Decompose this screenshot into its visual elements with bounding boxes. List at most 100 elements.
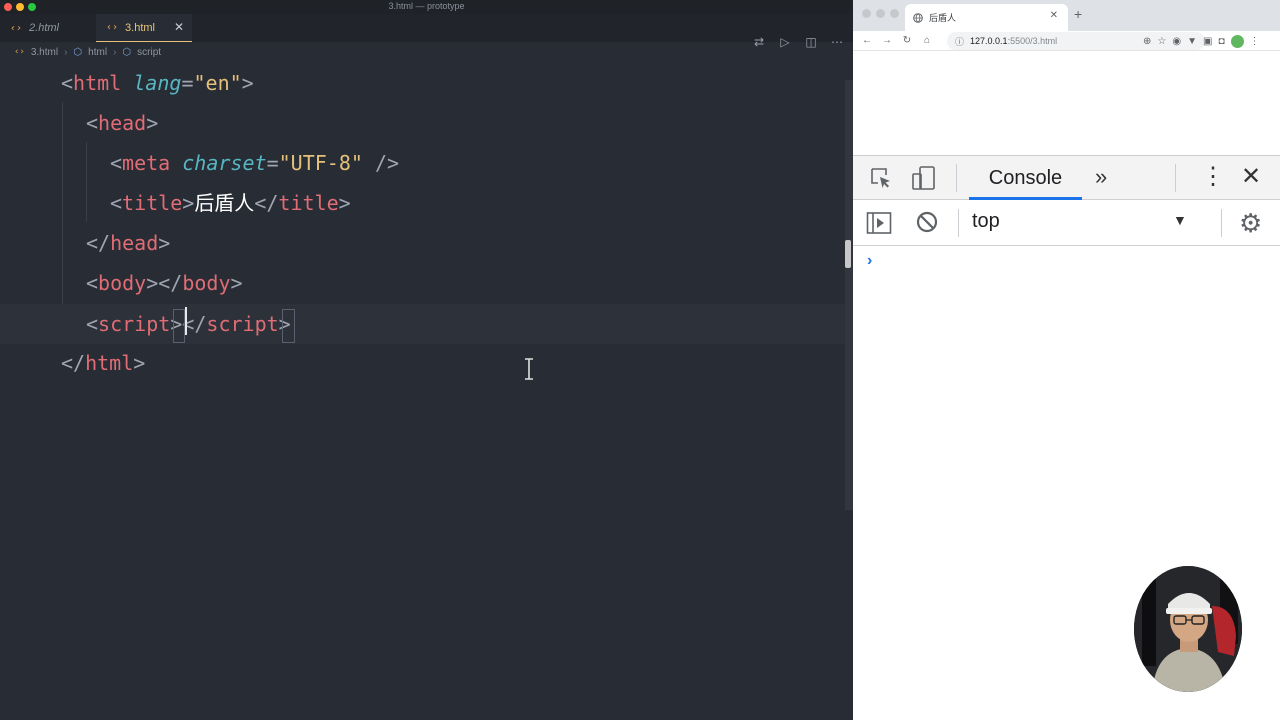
toolbar-divider — [956, 164, 957, 192]
code-line-4: <title>后盾人</title> — [0, 183, 845, 223]
window-titlebar: 3.html — prototype — [0, 0, 853, 14]
tag-bracket: > — [182, 191, 195, 215]
browser-tab-strip: 后盾人 ✕ + — [853, 0, 1280, 31]
devtools-toolbar: Console » ⋮ ✕ — [853, 156, 1280, 200]
clear-console-icon[interactable] — [915, 210, 939, 234]
tag-name: html — [73, 71, 122, 95]
tag-bracket: < — [86, 312, 99, 336]
tag-bracket: < — [86, 111, 99, 135]
extension-icon[interactable]: ▼ — [1187, 36, 1197, 47]
ibeam-cursor-icon — [525, 358, 533, 380]
info-icon[interactable]: ⓘ — [955, 35, 964, 48]
tag-bracket: < — [110, 151, 123, 175]
star-icon[interactable]: ☆ — [1157, 36, 1166, 47]
close-icon[interactable]: ✕ — [1241, 162, 1261, 191]
code-area[interactable]: <html lang="en"> <head> <meta charset="U… — [0, 62, 853, 720]
tab-2-html[interactable]: ‹› 2.html — [10, 14, 59, 42]
browser-tab[interactable]: 后盾人 ✕ — [905, 4, 1068, 31]
attribute-name: lang — [133, 71, 182, 95]
text-cursor — [185, 307, 187, 335]
home-icon[interactable]: ⌂ — [917, 35, 937, 46]
console-toolbar: top ▼ ⚙ — [853, 200, 1280, 246]
page-viewport[interactable] — [853, 52, 1280, 155]
breadcrumb-separator: › — [113, 46, 117, 58]
more-vert-icon[interactable]: ⋮ — [1250, 36, 1260, 47]
tag-name: title — [122, 191, 183, 215]
plus-icon[interactable]: + — [1074, 6, 1082, 22]
html-file-icon: ‹› — [10, 22, 23, 34]
code-line-6: <body></body> — [0, 263, 845, 303]
globe-icon — [913, 12, 923, 23]
bracket-match-highlight — [282, 309, 295, 343]
reload-icon[interactable]: ↻ — [897, 35, 917, 46]
tag-name: title — [278, 191, 339, 215]
back-icon[interactable]: ← — [857, 35, 877, 46]
code-line-2: <head> — [0, 103, 845, 143]
html-file-icon: ‹› — [106, 22, 119, 33]
device-toolbar-icon[interactable] — [911, 165, 937, 191]
tab-3-html[interactable]: ‹› 3.html ✕ — [96, 14, 192, 42]
close-icon[interactable]: ✕ — [1050, 10, 1058, 21]
code-line-5: </head> — [0, 223, 845, 263]
zoom-icon[interactable]: ⊕ — [1143, 36, 1151, 47]
tag-name: script — [98, 312, 171, 336]
console-prompt[interactable]: › — [867, 252, 872, 270]
url-host: 127.0.0.1 — [970, 36, 1008, 46]
breadcrumb-separator: › — [64, 46, 68, 58]
attribute-value: "UTF-8" — [278, 151, 363, 175]
extension-icon[interactable]: ▣ — [1203, 36, 1212, 47]
tag-name: meta — [122, 151, 171, 175]
tab-label: 2.html — [29, 22, 60, 34]
bracket-match-highlight — [173, 309, 185, 343]
minimize-window-button[interactable] — [876, 9, 885, 18]
more-vert-icon[interactable]: ⋮ — [1201, 162, 1225, 191]
toolbar-divider — [1175, 164, 1176, 192]
element-icon: ⬡ — [73, 46, 83, 58]
attribute-name: charset — [182, 151, 267, 175]
close-window-button[interactable] — [862, 9, 871, 18]
tab-console[interactable]: Console — [969, 156, 1082, 200]
tag-bracket: < — [110, 191, 123, 215]
element-icon: ⬡ — [122, 46, 132, 58]
breadcrumb: ‹› 3.html › ⬡ html › ⬡ script — [0, 42, 853, 62]
extension-icon[interactable]: ◘ — [1218, 36, 1224, 47]
tag-bracket: /> — [362, 151, 400, 175]
forward-icon[interactable]: → — [877, 35, 897, 46]
code-editor: 3.html — prototype ‹› 2.html ‹› 3.html ✕… — [0, 0, 853, 720]
extensions-row: ⊕ ☆ ◉ ▼ ▣ ◘ ⋮ — [1143, 31, 1260, 51]
breadcrumb-node-script[interactable]: script — [137, 47, 161, 58]
tag-bracket: > — [133, 351, 146, 375]
chevron-down-icon[interactable]: ▼ — [1173, 212, 1187, 228]
webcam-overlay — [1134, 566, 1242, 692]
tag-name: head — [110, 231, 159, 255]
tab-label: 3.html — [125, 21, 156, 34]
editor-tab-bar: ‹› 2.html ‹› 3.html ✕ ⇄ ▷ ◫ ⋯ — [0, 14, 853, 49]
extension-icon[interactable]: ◉ — [1172, 36, 1181, 47]
chevron-double-right-icon[interactable]: » — [1095, 164, 1107, 190]
tag-bracket: < — [61, 71, 74, 95]
editor-scrollbar[interactable] — [845, 80, 853, 510]
title-text: 后盾人 — [194, 191, 255, 215]
zoom-window-button[interactable] — [890, 9, 899, 18]
tag-bracket: </ — [254, 191, 279, 215]
close-icon[interactable]: ✕ — [174, 20, 184, 34]
avatar[interactable] — [1230, 34, 1244, 48]
inspect-element-icon[interactable] — [869, 166, 893, 190]
execution-context-select[interactable]: top — [972, 210, 1000, 233]
toolbar-divider — [1221, 209, 1222, 237]
show-sidebar-icon[interactable] — [866, 211, 892, 235]
code-line-8: </html> — [0, 343, 845, 383]
browser-tab-title: 后盾人 — [929, 13, 957, 23]
tag-bracket: > — [241, 71, 254, 95]
breadcrumb-node-html[interactable]: html — [88, 47, 107, 58]
gear-icon[interactable]: ⚙ — [1239, 208, 1262, 239]
toolbar-divider — [958, 209, 959, 237]
equals-sign: = — [266, 151, 279, 175]
tag-name: body — [182, 271, 231, 295]
tag-name: html — [85, 351, 134, 375]
breadcrumb-file[interactable]: 3.html — [31, 47, 58, 58]
presenter-video — [1134, 566, 1242, 692]
tag-bracket: < — [86, 271, 99, 295]
devtools-resize-handle[interactable] — [845, 240, 851, 268]
equals-sign: = — [181, 71, 194, 95]
